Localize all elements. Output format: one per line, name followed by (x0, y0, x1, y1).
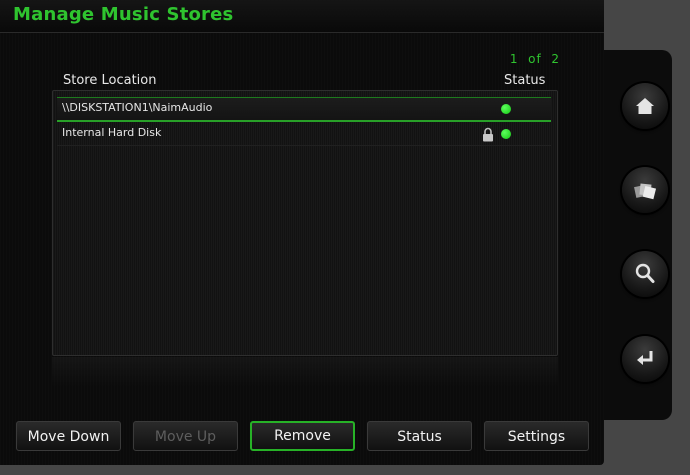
settings-button[interactable]: Settings (484, 421, 589, 451)
page-counter: 1 of 2 (509, 52, 560, 66)
page-title: Manage Music Stores (13, 4, 234, 25)
move-down-button[interactable]: Move Down (16, 421, 121, 451)
return-button[interactable] (622, 336, 668, 382)
home-button[interactable] (622, 83, 668, 129)
main-panel: Manage Music Stores 1 of 2 Store Locatio… (0, 0, 604, 465)
title-bar: Manage Music Stores (0, 0, 604, 33)
store-location-label: Internal Hard Disk (62, 126, 162, 139)
store-list: \\DISKSTATION1\NaimAudio Internal Hard D… (52, 90, 558, 356)
remove-button[interactable]: Remove (250, 421, 355, 451)
albums-button[interactable] (622, 167, 668, 213)
status-online-indicator (501, 129, 511, 139)
column-header-status: Status (504, 73, 546, 88)
status-button[interactable]: Status (367, 421, 472, 451)
side-navigation (604, 50, 672, 420)
search-icon (635, 263, 655, 283)
column-header-store-location: Store Location (63, 73, 157, 88)
store-row-diskstation[interactable]: \\DISKSTATION1\NaimAudio (57, 97, 551, 122)
return-icon (637, 351, 653, 365)
move-up-button[interactable]: Move Up (133, 421, 238, 451)
status-online-indicator (501, 104, 511, 114)
lock-icon (483, 127, 493, 142)
albums-icon (634, 183, 657, 200)
store-location-label: \\DISKSTATION1\NaimAudio (62, 101, 213, 114)
search-button[interactable] (622, 251, 668, 297)
home-icon (636, 98, 654, 114)
store-row-internal-disk[interactable]: Internal Hard Disk (57, 123, 551, 146)
list-reflection (52, 357, 558, 387)
